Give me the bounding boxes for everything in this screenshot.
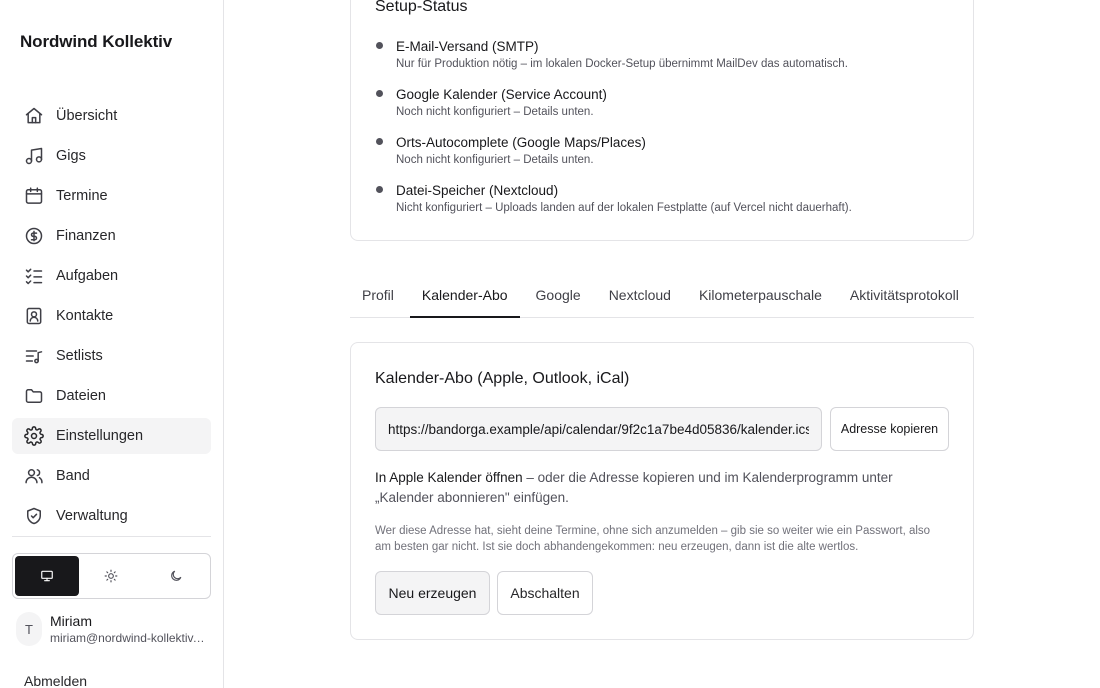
moon-icon bbox=[170, 570, 182, 581]
tab-aktivitaetsprotokoll[interactable]: Aktivitätsprotokoll bbox=[838, 272, 971, 317]
tab-profil[interactable]: Profil bbox=[350, 272, 406, 317]
list-music-icon bbox=[25, 350, 43, 364]
calendar-security-note: Wer diese Adresse hat, sieht deine Termi… bbox=[375, 525, 931, 553]
sidebar-item-band[interactable]: Band bbox=[12, 458, 211, 494]
status-dot bbox=[376, 42, 383, 49]
music-note-icon bbox=[25, 147, 43, 165]
sidebar-item-label: Dateien bbox=[56, 388, 106, 404]
status-item-desc: Nur für Produktion nötig – im lokalen Do… bbox=[396, 58, 848, 70]
status-item-desc: Nicht konfiguriert – Uploads landen auf … bbox=[396, 202, 852, 214]
sidebar-item-label: Übersicht bbox=[56, 108, 118, 124]
user-email: miriam@nordwind-kollektiv.de bbox=[50, 631, 206, 645]
sidebar-item-finanzen[interactable]: Finanzen bbox=[12, 218, 211, 254]
tab-google[interactable]: Google bbox=[524, 272, 593, 317]
sidebar-nav: Übersicht Gigs Termine Finanzen Aufgaben… bbox=[12, 98, 211, 538]
sidebar-item-label: Einstellungen bbox=[56, 428, 144, 444]
contact-book-icon bbox=[26, 307, 42, 325]
sidebar-item-aufgaben[interactable]: Aufgaben bbox=[12, 258, 211, 294]
disable-button[interactable]: Abschalten bbox=[497, 571, 593, 615]
logout-button[interactable]: Abmelden bbox=[24, 673, 87, 688]
brand-name: Nordwind Kollektiv bbox=[20, 32, 173, 51]
sidebar-item-setlists[interactable]: Setlists bbox=[12, 338, 211, 374]
sidebar-divider bbox=[12, 536, 211, 537]
status-dot bbox=[376, 138, 383, 145]
status-item-title: Google Kalender (Service Account) bbox=[396, 87, 607, 102]
calendar-icon bbox=[25, 187, 43, 204]
user-profile: T Miriam miriam@nordwind-kollektiv.de bbox=[16, 612, 212, 646]
sidebar-item-kontakte[interactable]: Kontakte bbox=[12, 298, 211, 334]
setup-status-card: Setup-Status E-Mail-Versand (SMTP) Nur f… bbox=[350, 0, 974, 241]
open-in-apple-calendar-link[interactable]: In Apple Kalender öffnen bbox=[375, 470, 523, 485]
sidebar-item-einstellungen[interactable]: Einstellungen bbox=[12, 418, 211, 454]
copy-address-button[interactable]: Adresse kopieren bbox=[830, 407, 949, 451]
shield-check-icon bbox=[27, 507, 41, 525]
list-checks-icon bbox=[25, 268, 43, 285]
sidebar: Nordwind Kollektiv Übersicht Gigs Termin… bbox=[0, 0, 224, 688]
sidebar-item-label: Band bbox=[56, 468, 90, 484]
monitor-icon bbox=[41, 570, 53, 582]
setup-status-title: Setup-Status bbox=[375, 0, 468, 15]
gear-icon bbox=[24, 426, 44, 446]
theme-dark-button[interactable] bbox=[144, 556, 208, 596]
status-item-title: Datei-Speicher (Nextcloud) bbox=[396, 183, 559, 198]
sidebar-item-label: Kontakte bbox=[56, 308, 114, 324]
status-item-title: Orts-Autocomplete (Google Maps/Places) bbox=[396, 135, 646, 150]
calendar-subscription-card: Kalender-Abo (Apple, Outlook, iCal) Adre… bbox=[350, 342, 974, 640]
sidebar-item-uebersicht[interactable]: Übersicht bbox=[12, 98, 211, 134]
calendar-card-title: Kalender-Abo (Apple, Outlook, iCal) bbox=[375, 370, 630, 387]
dollar-circle-icon bbox=[25, 227, 43, 245]
theme-toggle bbox=[12, 553, 211, 599]
users-icon bbox=[25, 469, 43, 484]
sidebar-item-label: Termine bbox=[56, 188, 108, 204]
tab-kilometerpauschale[interactable]: Kilometerpauschale bbox=[687, 272, 834, 317]
theme-light-button[interactable] bbox=[79, 556, 143, 596]
home-icon bbox=[25, 107, 43, 124]
avatar: T bbox=[16, 612, 42, 646]
tab-kalender-abo[interactable]: Kalender-Abo bbox=[409, 272, 520, 318]
folder-icon bbox=[25, 389, 43, 403]
status-dot bbox=[376, 90, 383, 97]
tab-nextcloud[interactable]: Nextcloud bbox=[597, 272, 683, 317]
sidebar-item-gigs[interactable]: Gigs bbox=[12, 138, 211, 174]
sidebar-item-dateien[interactable]: Dateien bbox=[12, 378, 211, 414]
calendar-instructions: In Apple Kalender öffnen – oder die Adre… bbox=[375, 468, 935, 508]
settings-tabs: Profil Kalender-Abo Google Nextcloud Kil… bbox=[350, 272, 974, 318]
sidebar-item-verwaltung[interactable]: Verwaltung bbox=[12, 498, 211, 534]
status-item-desc: Noch nicht konfiguriert – Details unten. bbox=[396, 106, 594, 118]
sidebar-item-label: Gigs bbox=[56, 148, 86, 164]
status-item-title: E-Mail-Versand (SMTP) bbox=[396, 39, 539, 54]
sidebar-item-label: Setlists bbox=[56, 348, 103, 364]
user-name: Miriam bbox=[50, 613, 92, 629]
sidebar-item-termine[interactable]: Termine bbox=[12, 178, 211, 214]
theme-system-button[interactable] bbox=[15, 556, 80, 596]
calendar-url-field[interactable] bbox=[375, 407, 822, 451]
regenerate-button[interactable]: Neu erzeugen bbox=[375, 571, 490, 615]
status-item-desc: Noch nicht konfiguriert – Details unten. bbox=[396, 154, 594, 166]
status-dot bbox=[376, 186, 383, 193]
sidebar-item-label: Verwaltung bbox=[56, 508, 128, 524]
sidebar-item-label: Aufgaben bbox=[56, 268, 119, 284]
sun-icon bbox=[105, 569, 118, 583]
sidebar-item-label: Finanzen bbox=[56, 228, 116, 244]
